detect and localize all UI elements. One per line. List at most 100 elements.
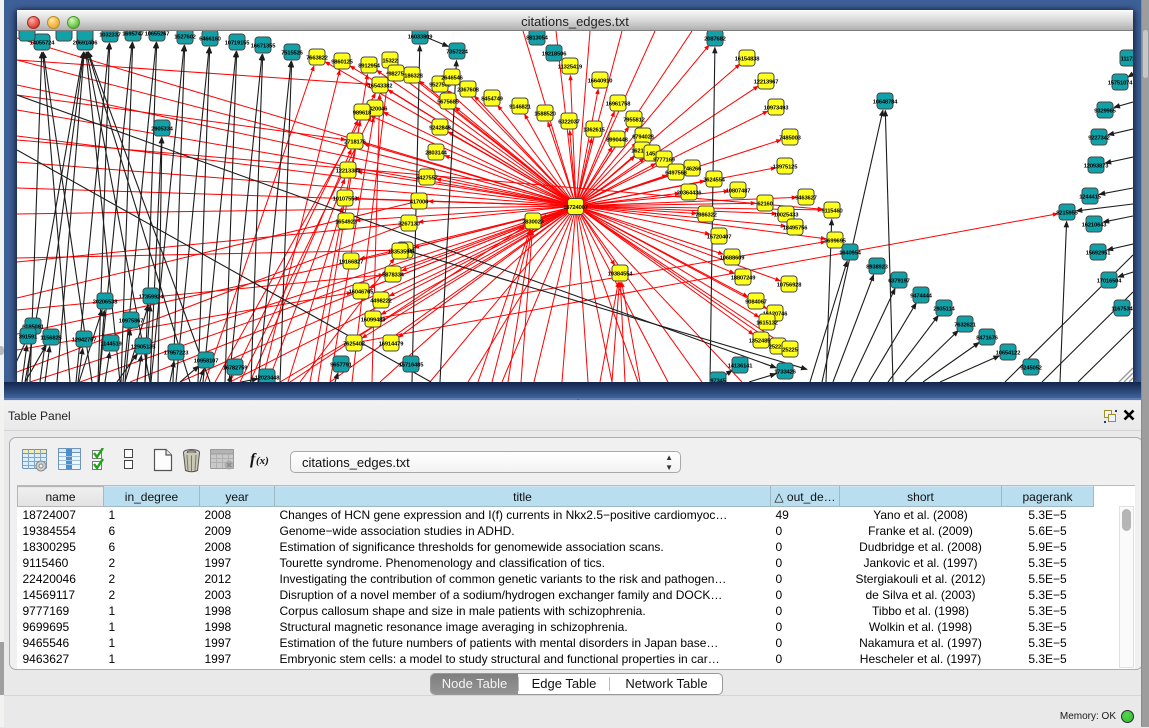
svg-text:7632621: 7632621	[954, 322, 976, 328]
svg-text:12213389: 12213389	[336, 168, 362, 174]
svg-text:9657791: 9657791	[330, 362, 352, 368]
svg-text:1362615: 1362615	[583, 127, 605, 133]
svg-text:5675685: 5675685	[437, 99, 459, 105]
svg-text:17957223: 17957223	[164, 350, 190, 356]
svg-text:8471676: 8471676	[976, 335, 998, 341]
svg-text:10975867: 10975867	[119, 318, 144, 324]
svg-text:17359924: 17359924	[139, 294, 165, 300]
svg-text:10655267: 10655267	[145, 31, 170, 37]
svg-text:1588520: 1588520	[534, 111, 556, 117]
svg-text:9242848: 9242848	[429, 125, 451, 131]
svg-text:1244415: 1244415	[1079, 194, 1101, 200]
svg-text:11172: 11172	[1121, 56, 1133, 62]
svg-text:1615132: 1615132	[756, 320, 778, 326]
svg-text:6794028: 6794028	[632, 134, 654, 140]
svg-text:8990448: 8990448	[606, 137, 628, 143]
svg-text:15751074: 15751074	[1108, 80, 1133, 86]
svg-text:1733426: 1733426	[774, 369, 796, 375]
svg-text:417006: 417006	[410, 199, 429, 205]
svg-text:10654122: 10654122	[996, 350, 1021, 356]
svg-text:2367608: 2367608	[457, 87, 479, 93]
svg-text:16961758: 16961758	[606, 101, 632, 107]
svg-text:19166827: 19166827	[339, 259, 364, 265]
svg-text:15692951: 15692951	[1086, 250, 1112, 256]
svg-text:8186328: 8186328	[401, 73, 423, 79]
svg-text:9474444: 9474444	[910, 293, 932, 299]
svg-text:2646546: 2646546	[441, 75, 463, 81]
svg-text:8813054: 8813054	[526, 35, 548, 41]
svg-text:20206538: 20206538	[93, 299, 119, 305]
svg-text:9699695: 9699695	[824, 238, 846, 244]
svg-text:10973493: 10973493	[764, 105, 790, 111]
svg-text:1695747: 1695747	[122, 31, 144, 37]
svg-text:18724007: 18724007	[563, 205, 588, 211]
svg-text:16099489: 16099489	[361, 317, 387, 323]
svg-text:4498222: 4498222	[370, 298, 392, 304]
svg-text:9227342: 9227342	[1088, 135, 1110, 141]
svg-text:7955812: 7955812	[623, 117, 645, 123]
svg-text:7625402: 7625402	[343, 341, 365, 347]
svg-text:16033809: 16033809	[408, 34, 434, 40]
svg-text:1527602: 1527602	[174, 34, 196, 40]
svg-text:10648784: 10648784	[873, 99, 899, 105]
svg-text:9084067: 9084067	[745, 299, 767, 305]
svg-text:1167534: 1167534	[1111, 306, 1133, 312]
svg-text:19384554: 19384554	[608, 271, 634, 277]
svg-text:2718176: 2718176	[344, 139, 366, 145]
svg-text:391591: 391591	[19, 334, 38, 340]
svg-text:1654923: 1654923	[335, 219, 357, 225]
svg-text:9860125: 9860125	[331, 59, 353, 65]
svg-text:16046765: 16046765	[349, 289, 375, 295]
svg-text:6466160: 6466160	[199, 36, 221, 42]
svg-text:10958107: 10958107	[194, 358, 219, 364]
svg-text:13975125: 13975125	[773, 164, 799, 170]
svg-text:15716485: 15716485	[399, 362, 425, 368]
svg-text:2905334: 2905334	[151, 126, 173, 132]
svg-text:12942757: 12942757	[72, 337, 97, 343]
svg-text:10719155: 10719155	[225, 40, 251, 46]
svg-text:1640954: 1640954	[839, 250, 861, 256]
svg-text:5878334: 5878334	[382, 272, 404, 278]
svg-text:17016504: 17016504	[1097, 278, 1123, 284]
svg-text:13353594: 13353594	[388, 249, 414, 255]
svg-text:2087682: 2087682	[704, 36, 726, 42]
svg-text:10756928: 10756928	[777, 282, 803, 288]
svg-text:12905135: 12905135	[131, 344, 157, 350]
svg-text:20364436: 20364436	[677, 190, 703, 196]
svg-text:6322037: 6322037	[558, 119, 580, 125]
svg-text:3624554: 3624554	[703, 177, 725, 183]
svg-text:16640910: 16640910	[588, 78, 613, 84]
svg-text:18807249: 18807249	[731, 275, 757, 281]
svg-text:25225: 25225	[782, 347, 798, 353]
svg-text:10807487: 10807487	[726, 188, 751, 194]
svg-text:9777169: 9777169	[653, 157, 675, 163]
svg-text:19218506: 19218506	[542, 51, 568, 57]
svg-text:1032337: 1032337	[99, 32, 121, 38]
svg-text:1144519: 1144519	[100, 341, 122, 347]
svg-text:14136141: 14136141	[728, 363, 754, 369]
svg-text:8215955: 8215955	[1056, 210, 1078, 216]
svg-text:989618: 989618	[353, 110, 372, 116]
svg-text:9463627: 9463627	[795, 195, 817, 201]
svg-text:12023448: 12023448	[255, 375, 281, 381]
svg-text:7515526: 7515526	[281, 50, 303, 56]
svg-text:12093873: 12093873	[1084, 163, 1110, 169]
svg-text:9245052: 9245052	[1020, 365, 1042, 371]
svg-text:18495756: 18495756	[783, 225, 809, 231]
svg-text:2803144: 2803144	[425, 150, 447, 156]
svg-text:2830023: 2830023	[522, 219, 544, 225]
svg-text:98275: 98275	[388, 71, 404, 77]
svg-text:7357224: 7357224	[446, 49, 468, 55]
svg-text:6497568: 6497568	[665, 170, 687, 176]
svg-text:3267130: 3267130	[398, 221, 420, 227]
svg-text:1156828: 1156828	[40, 335, 62, 341]
svg-text:16782759: 16782759	[223, 365, 249, 371]
svg-text:8427552: 8427552	[416, 175, 438, 181]
svg-text:6379197: 6379197	[888, 278, 910, 284]
svg-text:8454749: 8454749	[481, 96, 503, 102]
svg-text:16671355: 16671355	[251, 43, 277, 49]
svg-text:11325419: 11325419	[558, 64, 583, 70]
svg-text:8938923: 8938923	[866, 264, 888, 270]
svg-text:7485003: 7485003	[779, 135, 801, 141]
svg-text:2935114: 2935114	[933, 306, 955, 312]
